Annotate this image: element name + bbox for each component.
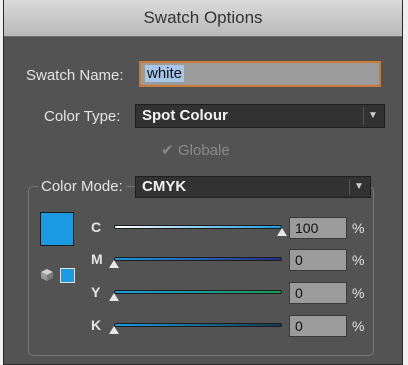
percent-label-m: % (352, 252, 365, 268)
channel-label-c: C (91, 219, 102, 235)
percent-label-k: % (352, 318, 365, 334)
slider-thumb-c[interactable] (277, 228, 287, 236)
slider-track-y[interactable] (114, 290, 282, 294)
slider-track-c[interactable] (114, 225, 282, 229)
checkmark-icon: ✔ (161, 142, 174, 159)
swatch-name-field[interactable]: white (139, 61, 381, 87)
percent-label-y: % (352, 285, 365, 301)
color-type-value: Spot Colour (142, 107, 228, 124)
cube-icon[interactable] (40, 268, 54, 282)
global-label: Globale (178, 142, 230, 159)
percent-label-c: % (352, 220, 365, 236)
color-mode-select[interactable]: CMYK ▼ (135, 176, 371, 198)
slider-track-k[interactable] (114, 323, 282, 327)
slider-thumb-m[interactable] (109, 260, 119, 268)
channel-label-m: M (91, 251, 103, 267)
web-safe-swatch[interactable] (60, 268, 75, 283)
slider-thumb-k[interactable] (109, 326, 119, 334)
slider-thumb-y[interactable] (109, 293, 119, 301)
dialog-title: Swatch Options (4, 0, 402, 37)
swatch-preview (40, 212, 74, 246)
channel-label-y: Y (91, 284, 101, 300)
color-mode-value: CMYK (142, 178, 187, 195)
chevron-down-icon: ▼ (368, 110, 378, 121)
color-type-label: Color Type: (44, 108, 121, 125)
value-field-y[interactable]: 0 (289, 282, 347, 304)
chevron-down-icon: ▼ (354, 181, 364, 192)
value-field-k[interactable]: 0 (289, 315, 347, 337)
swatch-name-value: white (145, 65, 185, 82)
slider-track-m[interactable] (114, 257, 282, 261)
swatch-options-dialog: Swatch Options Swatch Name: white Color … (3, 0, 403, 365)
color-mode-label: Color Mode: (38, 178, 126, 195)
swatch-name-label: Swatch Name: (26, 67, 124, 84)
color-type-select[interactable]: Spot Colour ▼ (135, 104, 385, 128)
value-field-m[interactable]: 0 (289, 249, 347, 271)
channel-label-k: K (91, 317, 102, 333)
value-field-c[interactable]: 100 (289, 217, 347, 239)
